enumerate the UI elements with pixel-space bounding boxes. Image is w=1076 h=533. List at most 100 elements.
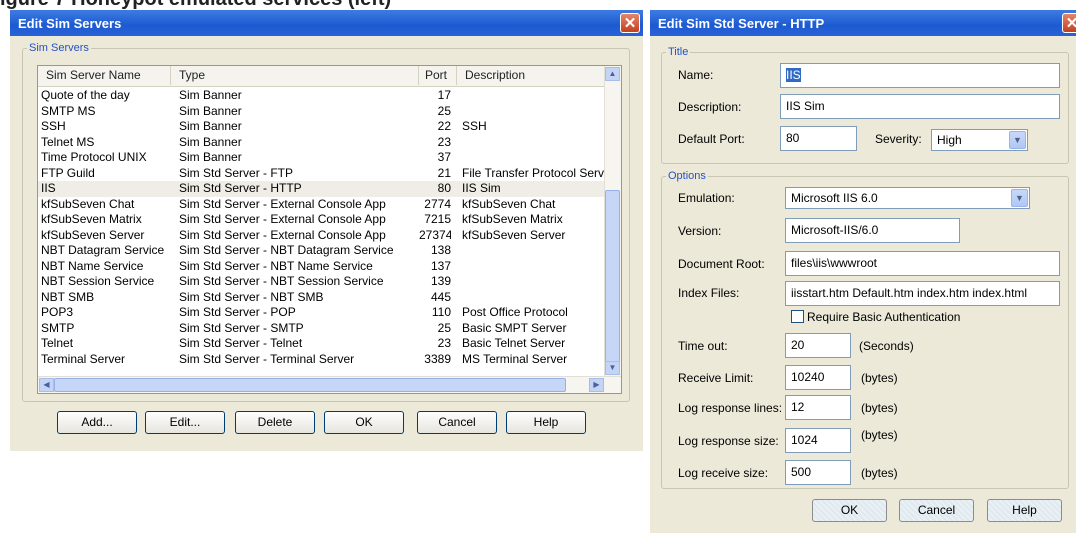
receive-limit-field[interactable]: 10240 bbox=[785, 365, 851, 390]
vertical-scrollbar[interactable]: ▲ ▼ bbox=[604, 66, 621, 377]
severity-label: Severity: bbox=[875, 132, 922, 146]
cell-desc: File Transfer Protocol Serv bbox=[462, 165, 605, 180]
cell-desc: SSH bbox=[462, 119, 487, 133]
table-row[interactable]: IIS Sim Std Server - HTTP 80 IIS Sim bbox=[38, 181, 606, 197]
help-button[interactable]: Help bbox=[506, 411, 586, 434]
edit-sim-std-server-dialog: Edit Sim Std Server - HTTP ✕ Title Name:… bbox=[650, 10, 1076, 533]
cell-name: NBT Session Service bbox=[41, 274, 155, 288]
title-bar: Edit Sim Std Server - HTTP ✕ bbox=[650, 10, 1076, 36]
log-response-size-field[interactable]: 1024 bbox=[785, 428, 851, 453]
timeout-field[interactable]: 20 bbox=[785, 333, 851, 358]
cell-port: 25 bbox=[437, 103, 451, 118]
name-field[interactable]: IIS bbox=[780, 63, 1060, 88]
cell-name: NBT Datagram Service bbox=[41, 243, 165, 257]
table-row[interactable]: NBT SMB Sim Std Server - NBT SMB 445 bbox=[38, 290, 606, 306]
chevron-down-icon[interactable]: ▼ bbox=[1009, 131, 1026, 149]
column-header-port[interactable]: Port bbox=[419, 66, 457, 85]
title-group-label: Title bbox=[668, 46, 689, 58]
version-field[interactable]: Microsoft-IIS/6.0 bbox=[785, 218, 960, 243]
cell-type: Sim Std Server - External Console App bbox=[179, 212, 386, 226]
sim-servers-list[interactable]: Sim Server Name Type Port Description Qu… bbox=[37, 65, 622, 394]
log-response-lines-field[interactable]: 12 bbox=[785, 395, 851, 420]
description-field[interactable]: IIS Sim bbox=[780, 94, 1060, 119]
ok-button[interactable]: OK bbox=[812, 499, 887, 522]
close-icon[interactable]: ✕ bbox=[620, 13, 640, 33]
table-row[interactable]: SSH Sim Banner 22 SSH bbox=[38, 119, 606, 135]
edit-sim-servers-dialog: Edit Sim Servers ✕ Sim Servers Sim Serve… bbox=[10, 10, 643, 451]
cell-desc: kfSubSeven Chat bbox=[462, 196, 556, 211]
cell-name: Quote of the day bbox=[41, 88, 130, 102]
cell-port: 27374 bbox=[419, 227, 451, 242]
cell-name: Terminal Server bbox=[41, 351, 126, 366]
h-scroll-thumb[interactable] bbox=[54, 378, 566, 392]
emulation-select[interactable]: Microsoft IIS 6.0 ▼ bbox=[785, 187, 1030, 209]
require-auth-checkbox[interactable] bbox=[791, 310, 804, 323]
column-header-description[interactable]: Description bbox=[457, 66, 607, 85]
scroll-up-icon[interactable]: ▲ bbox=[605, 67, 620, 81]
table-row[interactable]: NBT Name Service Sim Std Server - NBT Nam… bbox=[38, 259, 606, 275]
require-auth-label: Require Basic Authentication bbox=[807, 310, 961, 324]
table-row[interactable]: SMTP MS Sim Banner 25 bbox=[38, 104, 606, 120]
table-row[interactable]: Quote of the day Sim Banner 17 bbox=[38, 88, 606, 104]
log-response-lines-label: Log response lines: bbox=[678, 401, 783, 415]
column-header-name[interactable]: Sim Server Name bbox=[38, 66, 171, 85]
cell-type: Sim Std Server - Telnet bbox=[179, 336, 303, 350]
table-row[interactable]: kfSubSeven Server Sim Std Server - Extern… bbox=[38, 228, 606, 244]
table-row[interactable]: NBT Datagram Service Sim Std Server - NBT… bbox=[38, 243, 606, 259]
scroll-thumb[interactable] bbox=[605, 190, 620, 366]
help-button[interactable]: Help bbox=[987, 499, 1062, 522]
scroll-down-icon[interactable]: ▼ bbox=[605, 361, 620, 375]
table-row[interactable]: SMTP Sim Std Server - SMTP 25 Basic SMPT Se… bbox=[38, 321, 606, 337]
column-header-type[interactable]: Type bbox=[171, 66, 419, 85]
cell-name: Telnet MS bbox=[41, 134, 95, 149]
cell-port: 17 bbox=[437, 88, 451, 102]
name-label: Name: bbox=[678, 68, 714, 82]
severity-select[interactable]: High ▼ bbox=[931, 129, 1028, 151]
table-row[interactable]: POP3 Sim Std Server - POP 110 Post Office P… bbox=[38, 305, 606, 321]
table-row[interactable]: kfSubSeven Matrix Sim Std Server - Extern… bbox=[38, 212, 606, 228]
table-row[interactable]: NBT Session Service Sim Std Server - NBT … bbox=[38, 274, 606, 290]
log-receive-size-field[interactable]: 500 bbox=[785, 460, 851, 485]
horizontal-scrollbar[interactable]: ◀ ▶ bbox=[38, 376, 621, 393]
cancel-button[interactable]: Cancel bbox=[899, 499, 974, 522]
cell-type: Sim Std Server - NBT Datagram Service bbox=[179, 243, 394, 257]
cell-type: Sim Banner bbox=[179, 150, 242, 164]
default-port-field[interactable]: 80 bbox=[780, 126, 857, 151]
cancel-button[interactable]: Cancel bbox=[417, 411, 497, 434]
cell-type: Sim Std Server - HTTP bbox=[179, 181, 302, 195]
ok-button[interactable]: OK bbox=[324, 411, 404, 434]
table-row[interactable]: kfSubSeven Chat Sim Std Server - External… bbox=[38, 197, 606, 213]
sim-servers-group-label: Sim Servers bbox=[29, 42, 89, 54]
cell-name: POP3 bbox=[41, 305, 74, 319]
cell-desc: MS Terminal Server bbox=[462, 351, 568, 366]
figure-caption: igure 7 Honeypot emulated services (left… bbox=[0, 0, 391, 10]
cell-port: 110 bbox=[431, 305, 451, 319]
cell-name: kfSubSeven Chat bbox=[41, 196, 135, 211]
scroll-right-icon[interactable]: ▶ bbox=[589, 378, 604, 392]
cell-type: Sim Std Server - SMTP bbox=[179, 320, 304, 335]
cell-name: FTP Guild bbox=[41, 165, 95, 180]
delete-button[interactable]: Delete bbox=[235, 411, 315, 434]
description-label: Description: bbox=[678, 100, 742, 114]
cell-port: 80 bbox=[437, 181, 451, 195]
close-icon[interactable]: ✕ bbox=[1062, 13, 1076, 33]
table-row[interactable]: Terminal Server Sim Std Server - Terminal… bbox=[38, 352, 606, 368]
index-files-field[interactable]: iisstart.htm Default.htm index.htm index… bbox=[785, 281, 1060, 306]
document-root-field[interactable]: files\iis\wwwroot bbox=[785, 251, 1060, 276]
receive-limit-unit: (bytes) bbox=[861, 371, 898, 385]
cell-name: NBT SMB bbox=[41, 289, 95, 304]
scroll-left-icon[interactable]: ◀ bbox=[39, 378, 54, 392]
chevron-down-icon[interactable]: ▼ bbox=[1011, 189, 1028, 207]
table-row[interactable]: Time Protocol UNIX Sim Banner 37 bbox=[38, 150, 606, 166]
table-row[interactable]: Telnet MS Sim Banner 23 bbox=[38, 135, 606, 151]
cell-desc: kfSubSeven Server bbox=[462, 227, 566, 242]
cell-type: Sim Banner bbox=[179, 103, 242, 118]
table-row[interactable]: FTP Guild Sim Std Server - FTP 21 File Tran… bbox=[38, 166, 606, 182]
cell-port: 21 bbox=[437, 165, 451, 180]
add-button[interactable]: Add... bbox=[57, 411, 137, 434]
table-row[interactable]: Telnet Sim Std Server - Telnet 23 Basic Tel… bbox=[38, 336, 606, 352]
version-label: Version: bbox=[678, 224, 722, 238]
default-port-label: Default Port: bbox=[678, 132, 745, 146]
edit-button[interactable]: Edit... bbox=[145, 411, 225, 434]
cell-name: kfSubSeven Server bbox=[41, 227, 145, 242]
